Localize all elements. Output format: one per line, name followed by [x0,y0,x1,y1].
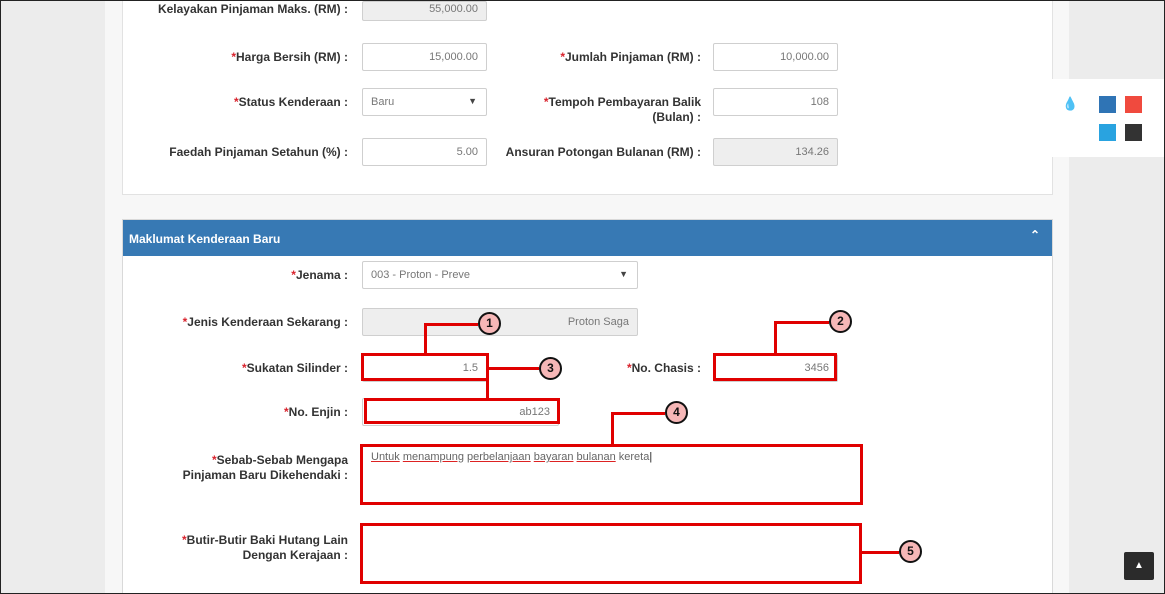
loan-amount-input[interactable]: 10,000.00 [713,43,838,71]
monthly-installment-label: Ansuran Potongan Bulanan (RM) : [505,145,701,159]
repayment-period-input[interactable]: 108 [713,88,838,116]
reason-label: *Sebab-Sebab Mengapa Pinjaman Baru Dikeh… [182,453,348,482]
callout-badge-4: 4 [665,401,688,424]
callout-line [774,321,829,324]
callout-line [486,367,489,399]
callout-line [611,412,614,445]
loan-amount-label: *Jumlah Pinjaman (RM) : [560,50,701,64]
callout-line [862,551,899,554]
interest-rate-label: Faedah Pinjaman Setahun (%) : [169,145,348,159]
vehicle-status-select[interactable]: Baru ▼ [362,88,487,116]
current-vehicle-type-label: *Jenis Kenderaan Sekarang : [182,315,348,329]
panel-title: Maklumat Kenderaan Baru [129,232,281,246]
screen-frame: Kelayakan Pinjaman Maks. (RM) : 55,000.0… [0,0,1165,594]
repayment-period-label: *Tempoh Pembayaran Balik (Bulan) : [543,95,701,124]
water-drop-icon[interactable]: 💧 [1062,96,1078,112]
engine-capacity-label: *Sukatan Silinder : [241,361,348,375]
color-swatch-light-blue[interactable] [1099,124,1116,141]
net-price-label: *Harga Bersih (RM) : [231,50,348,64]
page-background-left [1,1,105,593]
callout-line [611,412,665,415]
vehicle-status-value: Baru [371,96,395,108]
scroll-to-top-button[interactable]: ▲ [1124,552,1154,580]
color-swatch-blue[interactable] [1099,96,1116,113]
callout-line [774,321,777,354]
callout-line [486,367,539,370]
theme-widget [1052,79,1164,157]
caret-down-icon: ▼ [468,96,477,106]
net-price-input[interactable]: 15,000.00 [362,43,487,71]
callout-badge-1: 1 [478,312,501,335]
max-eligibility-field: 55,000.00 [362,1,487,21]
callout-badge-3: 3 [539,357,562,380]
collapse-chevron-up-icon[interactable]: ⌃ [1030,228,1040,242]
highlight-engine-capacity [361,353,489,381]
callout-line [424,323,478,326]
caret-down-icon: ▼ [619,269,628,279]
brand-value: 003 - Proton - Preve [371,269,471,281]
new-vehicle-panel-header[interactable]: Maklumat Kenderaan Baru ⌃ [123,220,1052,256]
callout-badge-5: 5 [899,540,922,563]
vehicle-status-label: *Status Kenderaan : [233,95,348,109]
highlight-reason [360,444,863,505]
max-eligibility-label: Kelayakan Pinjaman Maks. (RM) : [157,2,348,16]
callout-badge-2: 2 [829,310,852,333]
engine-no-label: *No. Enjin : [284,405,348,419]
chassis-no-label: *No. Chasis : [626,361,701,375]
color-swatch-red[interactable] [1125,96,1142,113]
highlight-chassis-no [713,353,837,381]
color-swatch-dark[interactable] [1125,124,1142,141]
other-debts-label: *Butir-Butir Baki Hutang Lain Dengan Ker… [181,533,348,562]
monthly-installment-field: 134.26 [713,138,838,166]
brand-select[interactable]: 003 - Proton - Preve ▼ [362,261,638,289]
callout-line [424,323,427,354]
highlight-engine-no [364,398,560,424]
brand-label: *Jenama : [291,268,348,282]
interest-rate-input[interactable]: 5.00 [362,138,487,166]
chevron-up-icon: ▲ [1134,560,1144,571]
highlight-other-debts [360,523,862,584]
